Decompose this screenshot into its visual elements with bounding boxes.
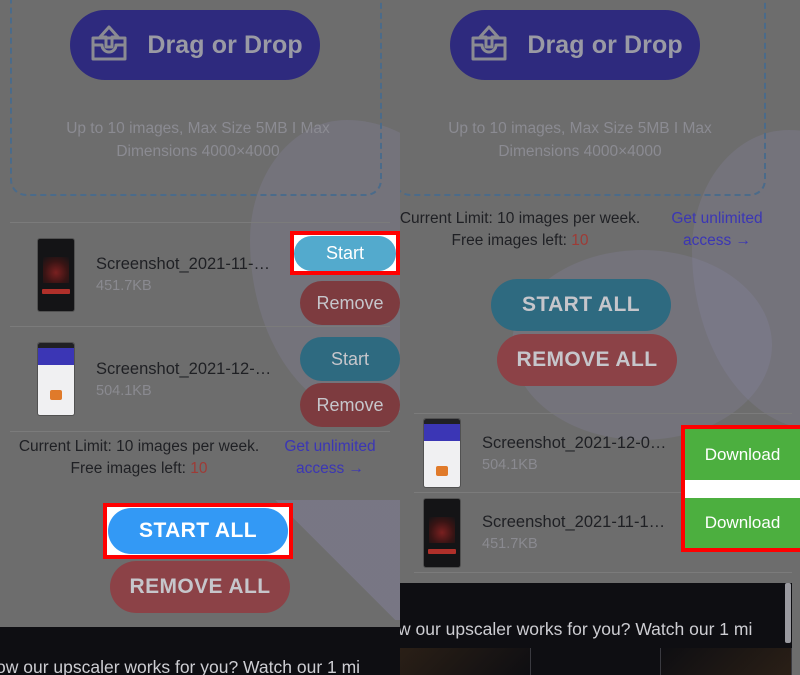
limit-line2: Free images left: 10: [400, 230, 654, 252]
start-all-button-highlighted[interactable]: START ALL: [108, 508, 288, 554]
get-unlimited-access-link[interactable]: Get unlimited access →: [270, 436, 390, 481]
remove-all-button[interactable]: REMOVE ALL: [497, 334, 677, 386]
file-thumbnail: [424, 419, 460, 487]
dropzone-note-line2: Dimensions 4000×4000: [498, 143, 662, 161]
video-banner-scrollbar[interactable]: [785, 583, 791, 643]
file-thumbnail: [424, 498, 460, 567]
video-banner[interactable]: w our upscaler works for you? Watch our …: [400, 583, 792, 648]
download-button[interactable]: Download: [685, 498, 800, 548]
video-thumbnail-strip[interactable]: [400, 648, 793, 675]
dropzone[interactable]: Drag or Drop Up to 10 images, Max Size 5…: [400, 0, 766, 196]
limit-line2: Free images left: 10: [8, 458, 270, 480]
video-banner[interactable]: ow our upscaler works for you? Watch our…: [0, 627, 400, 675]
screenshot-stage: Drag or Drop Up to 10 images, Max Size 5…: [0, 0, 800, 675]
free-images-left-label: Free images left:: [451, 232, 572, 250]
remove-button[interactable]: Remove: [300, 383, 400, 427]
download-button[interactable]: Download: [685, 429, 800, 480]
video-banner-caption: w our upscaler works for you? Watch our …: [400, 619, 753, 639]
get-unlimited-access-link[interactable]: Get unlimited access →: [654, 208, 780, 253]
drag-or-drop-label: Drag or Drop: [527, 30, 683, 59]
right-panel: Drag or Drop Up to 10 images, Max Size 5…: [400, 0, 800, 675]
remove-all-button[interactable]: REMOVE ALL: [110, 561, 290, 613]
dropzone-note-line1: Up to 10 images, Max Size 5MB I Max: [66, 120, 330, 137]
drag-or-drop-label: Drag or Drop: [147, 30, 303, 59]
free-images-left-label: Free images left:: [70, 460, 191, 478]
free-images-left-value: 10: [571, 232, 589, 250]
limit-text: Current Limit: 10 images per week. Free …: [400, 208, 654, 253]
left-panel-viewport[interactable]: Drag or Drop Up to 10 images, Max Size 5…: [0, 0, 400, 675]
start-button[interactable]: Start: [300, 337, 400, 381]
video-banner-caption: ow our upscaler works for you? Watch our…: [0, 657, 361, 675]
file-thumbnail: [38, 238, 74, 311]
limit-text: Current Limit: 10 images per week. Free …: [8, 436, 270, 481]
free-images-left-value: 10: [190, 460, 208, 478]
drag-or-drop-button[interactable]: Drag or Drop: [450, 10, 700, 80]
upload-tray-icon: [467, 25, 511, 65]
video-thumbnail[interactable]: [661, 648, 793, 675]
file-thumbnail: [38, 343, 74, 415]
left-panel: Drag or Drop Up to 10 images, Max Size 5…: [0, 0, 400, 675]
get-unlimited-access-line1: Get unlimited: [671, 210, 763, 227]
right-panel-viewport[interactable]: Drag or Drop Up to 10 images, Max Size 5…: [400, 0, 800, 675]
get-unlimited-access-line1: Get unlimited: [284, 438, 376, 455]
dropzone-note: Up to 10 images, Max Size 5MB I Max Dime…: [420, 117, 740, 164]
dropzone-note-line1: Up to 10 images, Max Size 5MB I Max: [448, 120, 712, 137]
dropzone-note-line2: Dimensions 4000×4000: [116, 143, 280, 161]
drag-or-drop-button[interactable]: Drag or Drop: [70, 10, 320, 80]
video-thumbnail[interactable]: [400, 648, 531, 675]
start-button-highlighted[interactable]: Start: [294, 236, 396, 271]
dropzone-note: Up to 10 images, Max Size 5MB I Max Dime…: [38, 117, 358, 164]
get-unlimited-access-line2: access →: [682, 232, 752, 250]
get-unlimited-access-line2: access →: [295, 460, 365, 478]
limit-line1: Current Limit: 10 images per week.: [400, 210, 641, 227]
upload-tray-icon: [87, 25, 131, 65]
video-thumbnail[interactable]: [530, 648, 662, 675]
limit-info: Current Limit: 10 images per week. Free …: [400, 208, 786, 253]
remove-button[interactable]: Remove: [300, 281, 400, 325]
limit-info: Current Limit: 10 images per week. Free …: [8, 436, 392, 481]
dropzone[interactable]: Drag or Drop Up to 10 images, Max Size 5…: [10, 0, 382, 196]
limit-line1: Current Limit: 10 images per week.: [18, 438, 260, 455]
start-all-button[interactable]: START ALL: [491, 279, 671, 331]
